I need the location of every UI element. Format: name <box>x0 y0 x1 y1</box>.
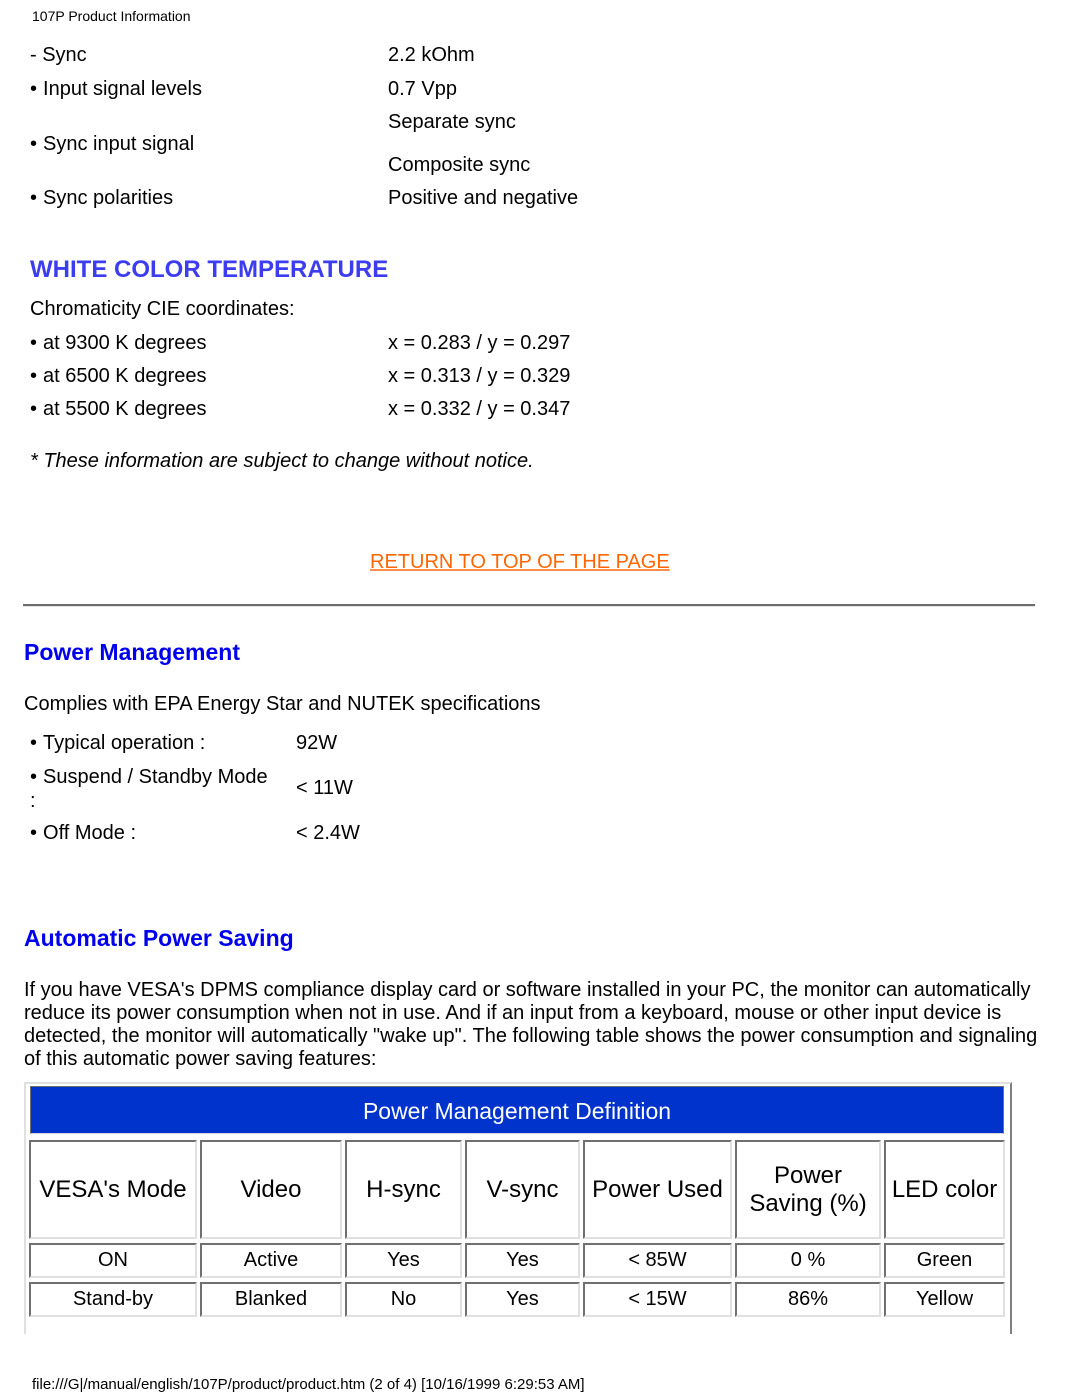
wct-value-6500: x = 0.313 / y = 0.329 <box>388 365 571 387</box>
table-cell: Blanked <box>200 1282 342 1317</box>
spec-label-sync-input-signal: Sync input signal <box>30 133 194 156</box>
power-management-intro: Complies with EPA Energy Star and NUTEK … <box>24 693 541 715</box>
pm-label-standby: Suspend / Standby Mode <box>30 766 268 789</box>
table-cell: Yellow <box>884 1282 1005 1317</box>
page-header-title: 107P Product Information <box>32 8 191 24</box>
pm-label-off: Off Mode : <box>30 822 136 845</box>
footer-file-path: file:///G|/manual/english/107P/product/p… <box>32 1376 585 1393</box>
table-cell: Active <box>200 1243 342 1278</box>
table-header-led-color: LED color <box>884 1140 1005 1239</box>
table-cell: ON <box>29 1243 197 1278</box>
automatic-power-saving-paragraph: If you have VESA's DPMS compliance displ… <box>24 979 1038 1070</box>
table-header-vesa-mode: VESA's Mode <box>29 1140 197 1239</box>
table-cell: No <box>345 1282 462 1317</box>
table-header-h-sync: H-sync <box>345 1140 462 1239</box>
spec-label-sync-polarities: Sync polarities <box>30 187 173 210</box>
spec-label-input-signal-levels: Input signal levels <box>30 78 202 101</box>
table-cell: 86% <box>735 1282 881 1317</box>
wct-label-5500: at 5500 K degrees <box>30 398 206 421</box>
change-notice: * These information are subject to chang… <box>30 450 534 472</box>
section-divider <box>23 604 1035 607</box>
wct-label-9300: at 9300 K degrees <box>30 332 206 355</box>
spec-value-separate-sync: Separate sync <box>388 111 516 133</box>
table-cell: Yes <box>465 1243 580 1278</box>
power-management-heading: Power Management <box>24 639 240 665</box>
table-header-power-saving: Power Saving (%) <box>735 1140 881 1239</box>
table-cell: Stand-by <box>29 1282 197 1317</box>
pm-label-typical: Typical operation : <box>30 732 205 755</box>
wct-label-6500: at 6500 K degrees <box>30 365 206 388</box>
wct-value-5500: x = 0.332 / y = 0.347 <box>388 398 571 420</box>
table-header-power-used: Power Used <box>583 1140 732 1239</box>
pm-value-typical: 92W <box>296 732 338 754</box>
spec-label-sync: - Sync <box>30 44 87 66</box>
spec-value-composite-sync: Composite sync <box>388 154 531 176</box>
automatic-power-saving-heading: Automatic Power Saving <box>24 925 294 951</box>
pm-value-standby: < 11W <box>296 777 353 799</box>
table-header-video: Video <box>200 1140 342 1239</box>
table-cell: Yes <box>345 1243 462 1278</box>
pm-value-off: < 2.4W <box>296 822 360 844</box>
spec-value-sync: 2.2 kOhm <box>388 44 475 66</box>
white-color-temperature-heading: WHITE COLOR TEMPERATURE <box>30 256 389 283</box>
table-cell: < 15W <box>583 1282 732 1317</box>
table-cell: < 85W <box>583 1243 732 1278</box>
chromaticity-intro: Chromaticity CIE coordinates: <box>30 298 295 320</box>
pm-label-standby-colon: : <box>30 790 36 812</box>
table-cell: 0 % <box>735 1243 881 1278</box>
spec-value-sync-polarities: Positive and negative <box>388 187 579 209</box>
power-management-definition-header: Power Management Definition <box>30 1086 1004 1134</box>
wct-value-9300: x = 0.283 / y = 0.297 <box>388 332 571 354</box>
return-to-top-link[interactable]: RETURN TO TOP OF THE PAGE <box>370 551 670 574</box>
spec-value-input-signal-levels: 0.7 Vpp <box>388 78 457 100</box>
table-header-v-sync: V-sync <box>465 1140 580 1239</box>
table-cell: Green <box>884 1243 1005 1278</box>
table-cell: Yes <box>465 1282 580 1317</box>
